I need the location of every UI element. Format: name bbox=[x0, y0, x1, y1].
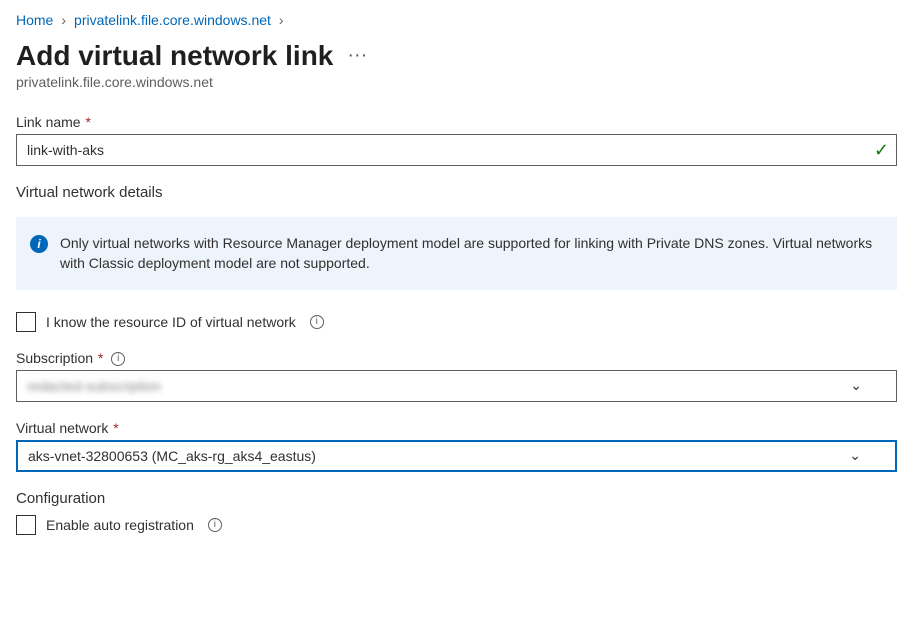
know-resource-id-label: I know the resource ID of virtual networ… bbox=[46, 314, 296, 330]
info-icon[interactable]: i bbox=[310, 315, 324, 329]
more-actions-button[interactable]: ··· bbox=[347, 45, 367, 67]
virtual-network-select[interactable]: aks-vnet-32800653 (MC_aks-rg_aks4_eastus… bbox=[16, 440, 897, 472]
info-icon: i bbox=[30, 235, 48, 253]
required-indicator: * bbox=[94, 350, 103, 366]
vnet-details-heading: Virtual network details bbox=[16, 184, 897, 201]
info-icon[interactable]: i bbox=[111, 352, 125, 366]
know-resource-id-checkbox[interactable] bbox=[16, 312, 36, 332]
virtual-network-field: Virtual network * aks-vnet-32800653 (MC_… bbox=[16, 420, 897, 472]
page-title: Add virtual network link bbox=[16, 40, 333, 72]
info-banner-text: Only virtual networks with Resource Mana… bbox=[60, 233, 879, 274]
subscription-value: redacted-subscription bbox=[27, 378, 161, 394]
virtual-network-value: aks-vnet-32800653 (MC_aks-rg_aks4_eastus… bbox=[28, 448, 316, 464]
breadcrumb-zone[interactable]: privatelink.file.core.windows.net bbox=[74, 12, 271, 28]
chevron-down-icon: ⌄ bbox=[849, 447, 861, 464]
subscription-field: Subscription * i redacted-subscription ⌄ bbox=[16, 350, 897, 402]
link-name-field: Link name * ✓ bbox=[16, 114, 897, 166]
configuration-heading: Configuration bbox=[16, 490, 897, 507]
link-name-label: Link name * bbox=[16, 114, 897, 130]
breadcrumb-home[interactable]: Home bbox=[16, 12, 53, 28]
auto-registration-row: Enable auto registration i bbox=[16, 515, 897, 535]
auto-registration-label: Enable auto registration bbox=[46, 517, 194, 533]
chevron-right-icon: › bbox=[61, 12, 66, 28]
link-name-input[interactable] bbox=[16, 134, 897, 166]
breadcrumb: Home › privatelink.file.core.windows.net… bbox=[16, 12, 897, 28]
virtual-network-label: Virtual network * bbox=[16, 420, 897, 436]
chevron-down-icon: ⌄ bbox=[850, 377, 862, 394]
auto-registration-checkbox[interactable] bbox=[16, 515, 36, 535]
page-subtitle: privatelink.file.core.windows.net bbox=[16, 74, 897, 90]
subscription-label: Subscription * i bbox=[16, 350, 897, 366]
chevron-right-icon: › bbox=[279, 12, 284, 28]
subscription-select[interactable]: redacted-subscription ⌄ bbox=[16, 370, 897, 402]
info-banner: i Only virtual networks with Resource Ma… bbox=[16, 217, 897, 290]
page-title-row: Add virtual network link ··· bbox=[16, 40, 897, 72]
required-indicator: * bbox=[109, 420, 118, 436]
know-resource-id-row: I know the resource ID of virtual networ… bbox=[16, 312, 897, 332]
checkmark-icon: ✓ bbox=[874, 141, 889, 159]
info-icon[interactable]: i bbox=[208, 518, 222, 532]
required-indicator: * bbox=[82, 114, 91, 130]
